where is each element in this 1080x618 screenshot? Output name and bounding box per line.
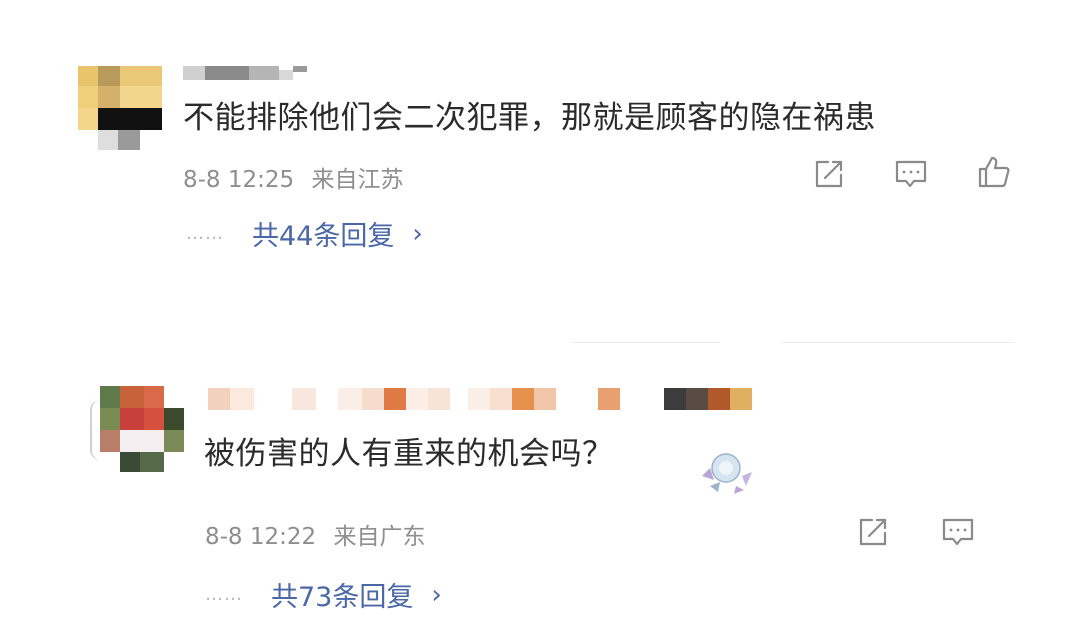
comment-list: 不能排除他们会二次犯罪，那就是顾客的隐在祸患 8-8 12:25 来自江苏 ………	[0, 0, 1080, 618]
replies-dots: ……	[186, 223, 224, 244]
comment-text: 不能排除他们会二次犯罪，那就是顾客的隐在祸患	[183, 100, 876, 136]
comment-meta: 8-8 12:22 来自广东	[205, 517, 425, 551]
comment-icon[interactable]	[893, 156, 929, 192]
comment-location: 来自广东	[333, 524, 426, 550]
divider	[572, 342, 720, 343]
share-icon[interactable]	[855, 514, 891, 550]
like-icon[interactable]	[976, 154, 1012, 190]
username[interactable]	[183, 66, 307, 80]
username[interactable]	[208, 388, 752, 410]
view-replies-link[interactable]: …… 共73条回复 ›	[205, 575, 442, 614]
divider	[782, 342, 1014, 343]
chevron-right-icon: ›	[412, 218, 423, 249]
comment-time: 8-8 12:25	[183, 167, 295, 193]
comment-icon[interactable]	[940, 514, 976, 550]
replies-count-label: 共44条回复	[252, 221, 395, 252]
avatar[interactable]	[90, 386, 188, 476]
replies-dots: ……	[205, 584, 243, 605]
share-icon[interactable]	[811, 156, 847, 192]
comment-text: 被伤害的人有重来的机会吗？	[204, 436, 614, 472]
comment-time: 8-8 12:22	[205, 524, 317, 550]
chevron-right-icon: ›	[431, 579, 442, 610]
replies-count-label: 共73条回复	[271, 582, 414, 613]
avatar[interactable]	[78, 66, 162, 150]
comment-location: 来自江苏	[311, 167, 404, 193]
view-replies-link[interactable]: …… 共44条回复 ›	[186, 214, 423, 253]
comment-meta: 8-8 12:25 来自江苏	[183, 160, 403, 194]
sticker-image	[696, 446, 756, 496]
